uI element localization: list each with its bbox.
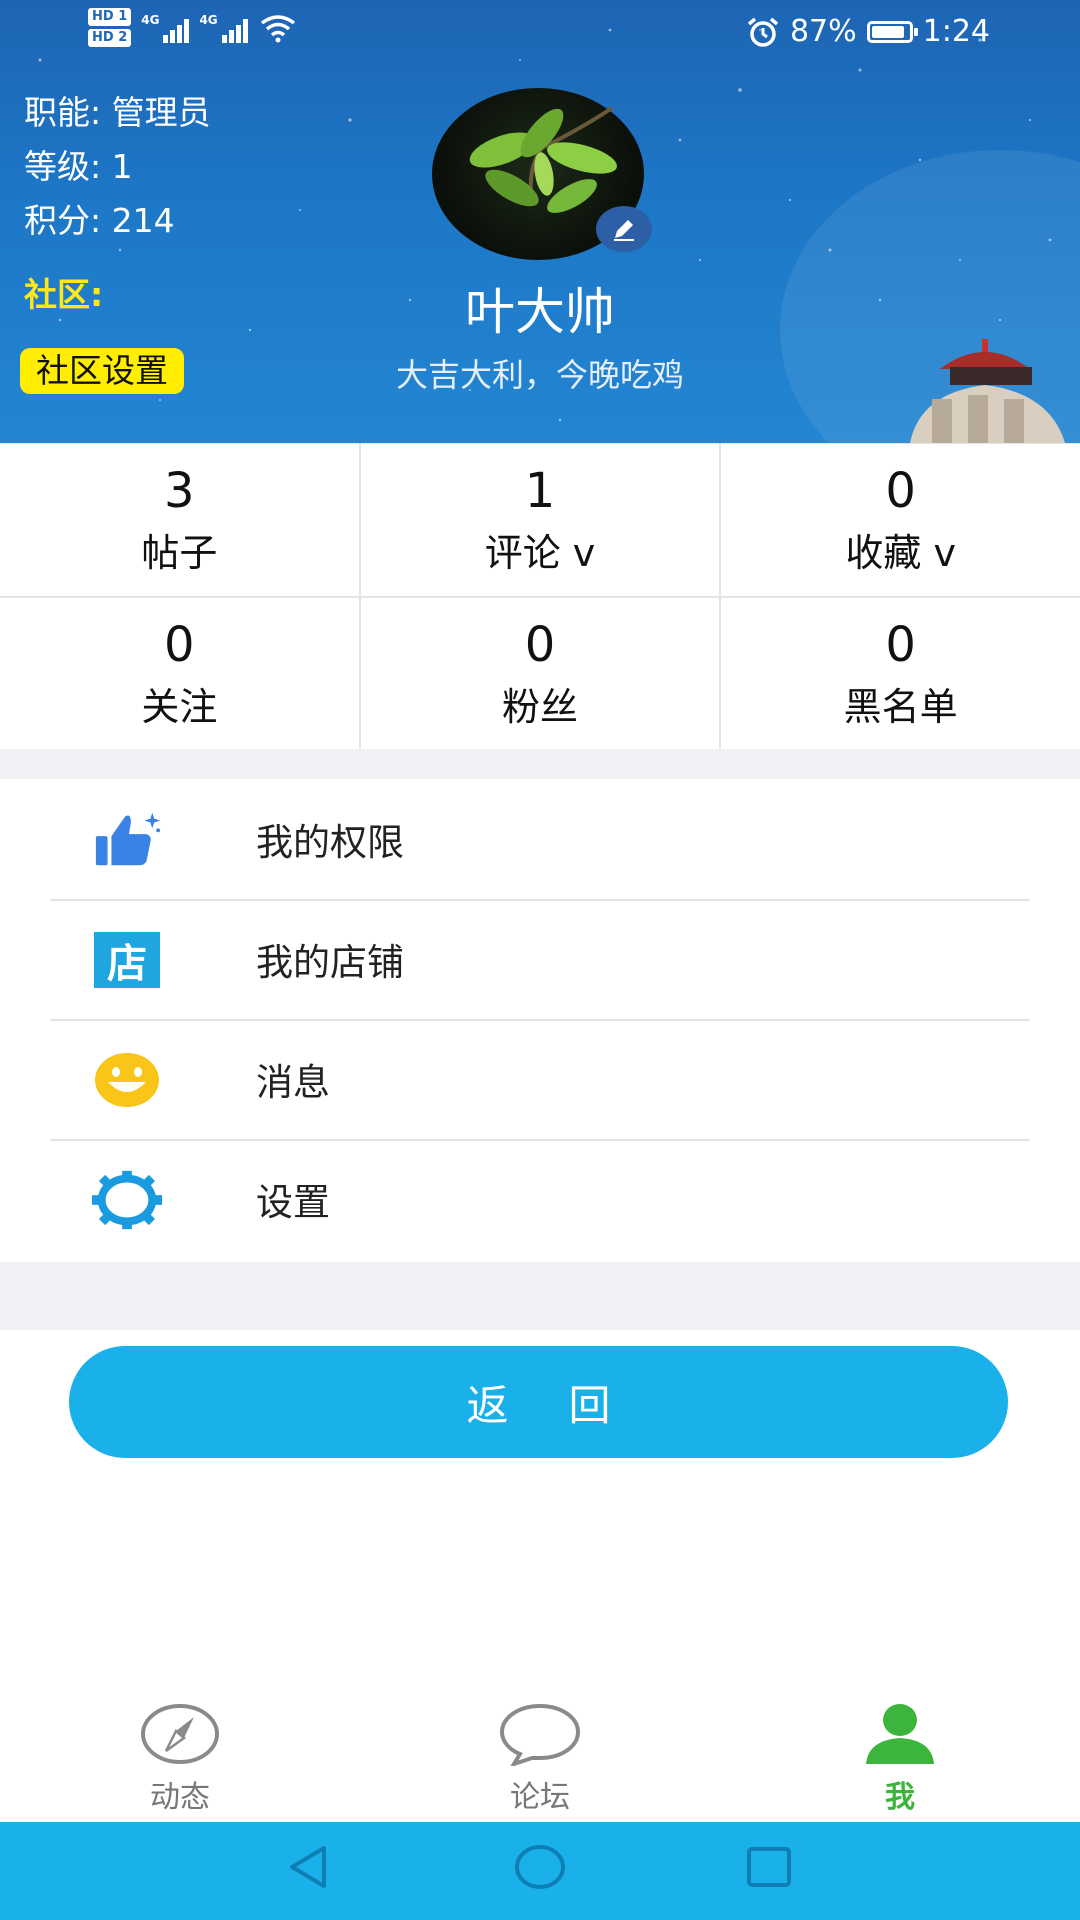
username: 叶大帅 bbox=[465, 283, 615, 341]
tab-feed[interactable]: 动态 bbox=[0, 1690, 360, 1822]
sim2-badge: HD 2 bbox=[88, 29, 132, 47]
recents-square-icon[interactable] bbox=[744, 1842, 794, 1892]
battery-percent: 87% bbox=[789, 14, 857, 49]
stat-favorites[interactable]: 0 收藏 v bbox=[721, 444, 1080, 596]
edit-avatar-button[interactable] bbox=[596, 206, 652, 252]
wifi-icon bbox=[260, 14, 295, 42]
menu-label-permissions: 我的权限 bbox=[256, 821, 404, 864]
level-row: 等级: 1 bbox=[24, 147, 133, 186]
section-divider bbox=[0, 749, 1080, 779]
stat-posts[interactable]: 3 帖子 bbox=[0, 444, 359, 596]
profile-header: HD 1 HD 2 4G 4G 87% 1:24 职能: 管理员 等级: 1 积… bbox=[0, 0, 1080, 443]
signal-2-icon: 4G bbox=[199, 13, 248, 43]
menu-item-messages[interactable]: 消息 bbox=[0, 1019, 1080, 1139]
user-info: 职能: 管理员 等级: 1 积分: 214 bbox=[24, 86, 211, 248]
stat-blacklist[interactable]: 0 黑名单 bbox=[721, 598, 1080, 750]
system-navigation-bar bbox=[0, 1822, 1080, 1920]
tab-forum[interactable]: 论坛 bbox=[360, 1690, 720, 1822]
person-icon bbox=[862, 1700, 938, 1768]
menu-label-settings: 设置 bbox=[256, 1181, 330, 1224]
tab-me[interactable]: 我 bbox=[720, 1690, 1080, 1822]
back-button[interactable]: 返回 bbox=[69, 1346, 1008, 1458]
chat-bubble-icon bbox=[498, 1700, 582, 1768]
thumbs-up-icon bbox=[92, 809, 162, 871]
stat-comments[interactable]: 1 评论 v bbox=[360, 444, 720, 596]
tab-label-me: 我 bbox=[885, 1780, 915, 1815]
back-triangle-icon[interactable] bbox=[284, 1842, 334, 1892]
battery-icon bbox=[866, 20, 918, 43]
compass-icon bbox=[140, 1700, 220, 1768]
menu-item-settings[interactable]: 设置 bbox=[0, 1139, 1080, 1259]
section-divider bbox=[0, 1262, 1080, 1330]
bottom-nav: 动态 论坛 我 bbox=[0, 1690, 1080, 1822]
home-circle-icon[interactable] bbox=[512, 1842, 568, 1892]
stats-grid: 3 帖子 1 评论 v 0 收藏 v 0 关注 0 粉丝 0 黑名单 bbox=[0, 443, 1080, 750]
store-icon: 店 bbox=[94, 932, 160, 988]
menu-list: 我的权限 店 我的店铺 消息 设置 bbox=[0, 779, 1080, 1261]
menu-item-permissions[interactable]: 我的权限 bbox=[0, 779, 1080, 899]
gear-icon bbox=[92, 1169, 162, 1231]
sim1-badge: HD 1 bbox=[88, 8, 132, 26]
pencil-icon bbox=[614, 220, 634, 241]
status-bar: HD 1 HD 2 4G 4G 87% 1:24 bbox=[0, 0, 1080, 70]
menu-label-messages: 消息 bbox=[256, 1061, 330, 1104]
smiley-icon bbox=[92, 1049, 162, 1111]
menu-label-store: 我的店铺 bbox=[256, 941, 404, 984]
tab-label-feed: 动态 bbox=[150, 1780, 210, 1815]
menu-item-store[interactable]: 店 我的店铺 bbox=[0, 899, 1080, 1019]
role-row: 职能: 管理员 bbox=[24, 93, 211, 132]
signal-1-icon: 4G bbox=[141, 13, 190, 43]
stat-fans[interactable]: 0 粉丝 bbox=[360, 598, 720, 750]
user-signature: 大吉大利，今晚吃鸡 bbox=[395, 356, 684, 394]
tab-label-forum: 论坛 bbox=[510, 1780, 570, 1815]
stat-following[interactable]: 0 关注 bbox=[0, 598, 359, 750]
points-row: 积分: 214 bbox=[24, 201, 175, 240]
clock: 1:24 bbox=[922, 14, 990, 49]
alarm-icon bbox=[747, 17, 779, 47]
